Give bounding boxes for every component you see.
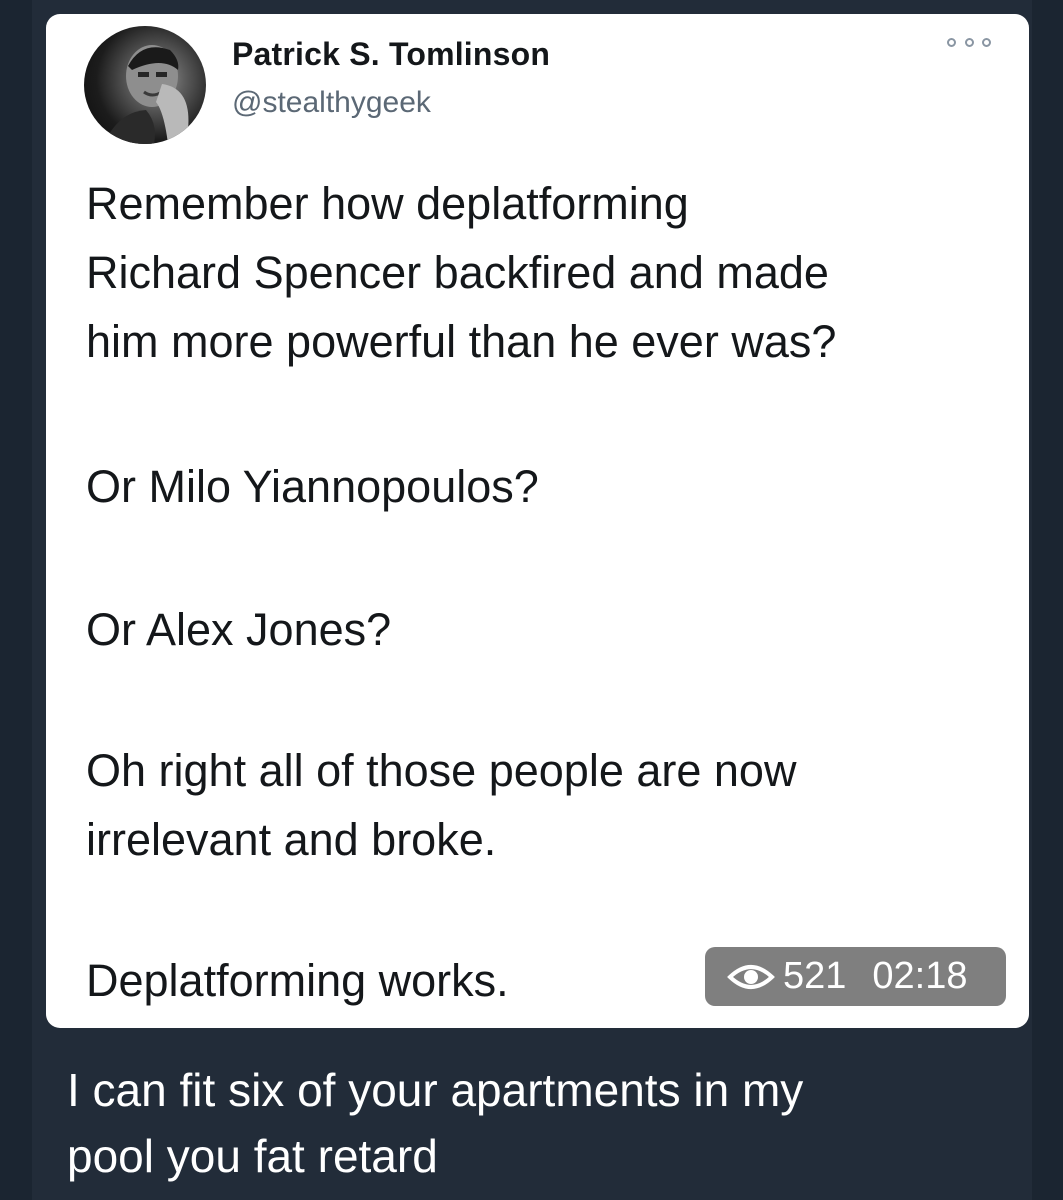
caption-text-line: I can fit six of your apartments in my (67, 1064, 804, 1116)
avatar-portrait-icon (104, 45, 189, 144)
more-dot (964, 37, 974, 47)
tweet-text-line: irrelevant and broke. (86, 814, 497, 865)
tweet-text-line: Deplatforming works. (86, 955, 509, 1006)
message-time: 02:18 (872, 955, 968, 997)
more-options-icon[interactable] (947, 32, 991, 52)
author-avatar[interactable] (84, 26, 206, 144)
tweet-screenshot-card[interactable]: Patrick S. Tomlinson @stealthygeek Remem… (46, 14, 1029, 1028)
tweet-text-line: Richard Spencer backfired and made (86, 247, 829, 298)
author-handle[interactable]: @stealthygeek (232, 86, 431, 120)
tweet-text-line: Remember how deplatforming (86, 178, 689, 229)
author-name[interactable]: Patrick S. Tomlinson (232, 36, 550, 73)
more-dot (982, 37, 991, 47)
tweet-text-line: Oh right all of those people are now (86, 745, 797, 796)
more-dot (947, 37, 956, 47)
tweet-text-line: Or Milo Yiannopoulos? (86, 461, 539, 512)
eye-icon (727, 964, 775, 989)
tweet-text-line: him more powerful than he ever was? (86, 316, 837, 367)
caption-text-line: pool you fat retard (67, 1130, 438, 1182)
views-time-badge: 521 02:18 (705, 947, 1006, 1006)
view-count: 521 (783, 955, 847, 997)
tweet-text-line: Or Alex Jones? (86, 604, 392, 655)
